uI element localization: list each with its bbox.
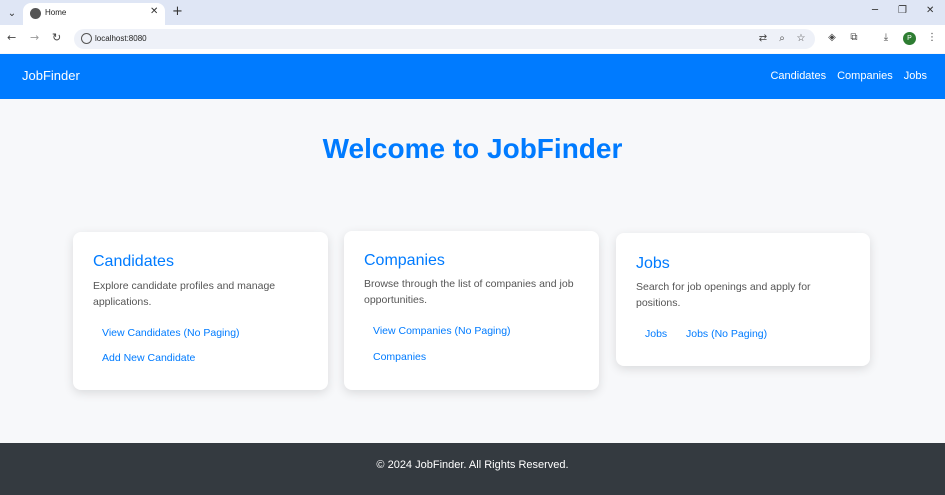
close-icon[interactable]: ✕ [150, 6, 158, 17]
zoom-icon[interactable]: ⌕ [776, 33, 788, 45]
back-arrow-icon[interactable]: ← [7, 31, 16, 44]
card-title: Candidates [93, 253, 174, 270]
browser-toolbar: ← → ↻ localhost:8080 ⇄ ⌕ ☆ ◈ ⧉ ⤓ ⋮ [0, 25, 945, 53]
profile-avatar[interactable]: P [903, 32, 916, 45]
site-footer: © 2024 JobFinder. All Rights Reserved. [0, 443, 945, 495]
jobs-no-paging-link[interactable]: Jobs (No Paging) [686, 328, 767, 340]
nav-link-companies[interactable]: Companies [837, 70, 893, 82]
nav-link-candidates[interactable]: Candidates [770, 70, 826, 82]
browser-tab-home[interactable]: Home ✕ [23, 3, 165, 25]
site-navbar: JobFinder Candidates Companies Jobs [0, 54, 945, 99]
download-icon[interactable]: ⤓ [880, 32, 892, 44]
card-title: Jobs [636, 255, 670, 272]
tab-search-chevron-icon[interactable]: ⌄ [4, 5, 20, 21]
jobs-link[interactable]: Jobs [645, 328, 667, 340]
site-info-icon[interactable] [81, 33, 92, 44]
add-candidate-link[interactable]: Add New Candidate [102, 352, 195, 364]
card-description: Explore candidate profiles and manage ap… [93, 280, 276, 308]
address-url: localhost:8080 [95, 34, 147, 43]
brand-logo[interactable]: JobFinder [22, 68, 80, 83]
card-candidates: Candidates Explore candidate profiles an… [73, 232, 328, 390]
nav-links: Candidates Companies Jobs [770, 70, 927, 82]
reload-icon[interactable]: ↻ [52, 31, 61, 44]
companies-link[interactable]: Companies [373, 351, 426, 363]
address-bar[interactable]: localhost:8080 ⇄ ⌕ ☆ [74, 29, 815, 49]
minimize-icon[interactable]: ─ [872, 5, 878, 16]
card-jobs: Jobs Search for job openings and apply f… [616, 233, 870, 366]
restore-icon[interactable]: ❐ [898, 5, 907, 16]
footer-copyright: © 2024 JobFinder. All Rights Reserved. [376, 459, 569, 471]
shield-icon[interactable]: ◈ [826, 32, 838, 44]
card-companies: Companies Browse through the list of com… [344, 231, 599, 390]
bookmark-star-icon[interactable]: ☆ [795, 33, 807, 45]
card-description: Browse through the list of companies and… [364, 278, 574, 306]
card-description: Search for job openings and apply for po… [636, 281, 811, 309]
translate-icon[interactable]: ⇄ [757, 33, 769, 45]
more-menu-icon[interactable]: ⋮ [926, 32, 938, 44]
view-companies-link[interactable]: View Companies (No Paging) [373, 325, 511, 337]
card-title: Companies [364, 252, 445, 269]
tab-title: Home [45, 8, 67, 17]
extensions-icon[interactable]: ⧉ [848, 32, 860, 44]
nav-link-jobs[interactable]: Jobs [904, 70, 927, 82]
forward-arrow-icon[interactable]: → [30, 31, 39, 44]
page-title: Welcome to JobFinder [322, 133, 623, 164]
browser-tabstrip: ⌄ Home ✕ + ─ ❐ ✕ [0, 0, 945, 25]
globe-icon [30, 8, 41, 19]
window-close-icon[interactable]: ✕ [926, 5, 934, 16]
view-candidates-link[interactable]: View Candidates (No Paging) [102, 327, 240, 339]
new-tab-plus-icon[interactable]: + [172, 4, 183, 19]
